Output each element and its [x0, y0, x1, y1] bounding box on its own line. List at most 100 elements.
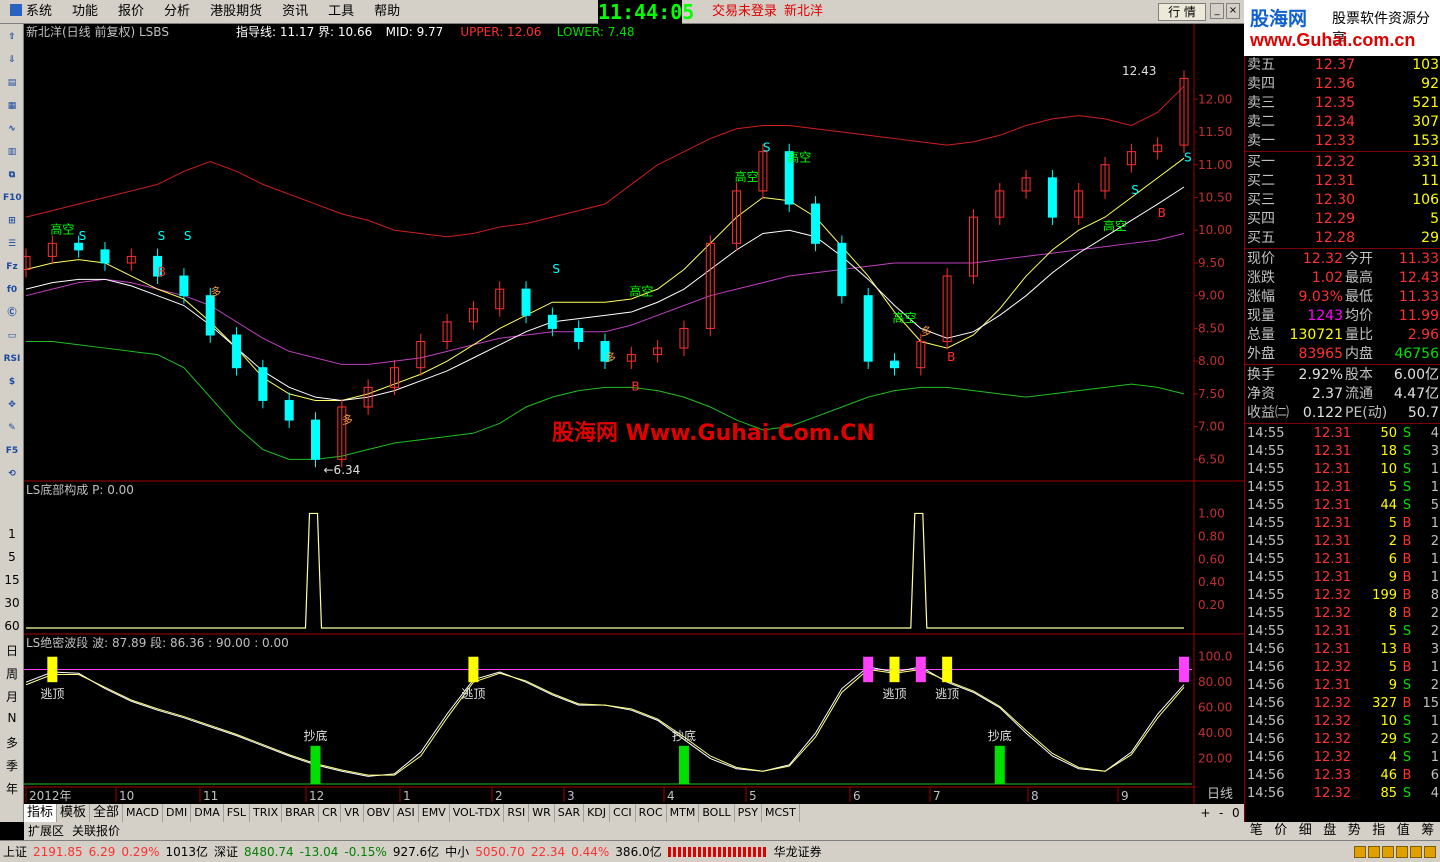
annotation-sell: S [552, 262, 560, 276]
toolbar-button-14[interactable]: RSI [3, 350, 21, 368]
period-4[interactable]: 60 [0, 619, 24, 633]
toolbar-button-2[interactable]: ▤ [3, 74, 21, 92]
period-10[interactable]: 季 [0, 757, 24, 774]
menu-news[interactable]: 资讯 [272, 0, 318, 24]
quote-tab-6[interactable]: 值 [1397, 822, 1410, 840]
period-11[interactable]: 年 [0, 780, 24, 797]
ask-row[interactable]: 卖二 12.34 307 [1245, 113, 1440, 131]
menu-quote[interactable]: 报价 [108, 0, 154, 24]
toolbar-button-0[interactable]: ⇧ [3, 28, 21, 46]
chart-area[interactable]: 新北洋(日线 前复权) LSBS 指导线: 11.17 界: 10.66 MID: 9… [21, 24, 1244, 804]
tab-extension-area[interactable]: 扩展区 [24, 822, 68, 840]
indicator-tab-19[interactable]: CCI [610, 804, 636, 822]
indicator-tab-2[interactable]: 全部 [90, 804, 124, 822]
zoom-button-0[interactable]: + [1200, 804, 1210, 822]
toolbar-button-11[interactable]: f0 [3, 281, 21, 299]
indicator-tab-13[interactable]: EMV [419, 804, 450, 822]
bid-row[interactable]: 买二 12.31 11 [1245, 172, 1440, 190]
period-3[interactable]: 30 [0, 596, 24, 610]
quote-button[interactable]: 行 情 [1158, 3, 1206, 21]
toolbar-button-6[interactable]: ⧉ [3, 166, 21, 184]
indicator-tab-24[interactable]: MCST [762, 804, 800, 822]
indicator-tab-16[interactable]: WR [529, 804, 555, 822]
quote-tab-5[interactable]: 指 [1372, 822, 1385, 840]
toolbar-button-8[interactable]: ⊞ [3, 212, 21, 230]
toolbar-button-16[interactable]: ✥ [3, 396, 21, 414]
period-8[interactable]: N [0, 711, 24, 725]
quote-tab-7[interactable]: 筹 [1421, 822, 1434, 840]
indicator-tab-22[interactable]: BOLL [699, 804, 735, 822]
indicator-tab-9[interactable]: CR [319, 804, 342, 822]
indicator-tab-7[interactable]: TRIX [250, 804, 283, 822]
indicator-tab-21[interactable]: MTM [667, 804, 700, 822]
indicator-tab-1[interactable]: 模板 [57, 804, 91, 822]
indicator-tab-8[interactable]: BRAR [282, 804, 320, 822]
ask-row[interactable]: 卖四 12.36 92 [1245, 75, 1440, 93]
menu-hk-futures[interactable]: 港股期货 [200, 0, 272, 24]
menu-tools[interactable]: 工具 [318, 0, 364, 24]
tab-related-quotes[interactable]: 关联报价 [68, 822, 124, 840]
quote-tab-0[interactable]: 笔 [1250, 822, 1263, 840]
quote-tab-3[interactable]: 盘 [1323, 822, 1336, 840]
period-9[interactable]: 多 [0, 734, 24, 751]
indicator-tab-12[interactable]: ASI [394, 804, 419, 822]
indicator-tab-5[interactable]: DMA [191, 804, 224, 822]
toolbar-button-15[interactable]: $ [3, 373, 21, 391]
tick-count: 1 [1430, 714, 1439, 729]
toolbar-button-5[interactable]: ▥ [3, 143, 21, 161]
menu-analysis[interactable]: 分析 [154, 0, 200, 24]
period-6[interactable]: 周 [0, 665, 24, 682]
indicator-tab-20[interactable]: ROC [636, 804, 667, 822]
toolbar-button-18[interactable]: F5 [3, 442, 21, 460]
period-0[interactable]: 1 [0, 527, 24, 541]
toolbar-button-7[interactable]: F10 [3, 189, 22, 207]
menu-function[interactable]: 功能 [62, 0, 108, 24]
toolbar-button-1[interactable]: ⇩ [3, 51, 21, 69]
indicator-tab-23[interactable]: PSY [735, 804, 762, 822]
indicator-tab-4[interactable]: DMI [163, 804, 192, 822]
bid-row[interactable]: 买一 12.32 331 [1245, 153, 1440, 171]
indicator-tab-11[interactable]: OBV [364, 804, 394, 822]
toolbar-button-9[interactable]: ☰ [3, 235, 21, 253]
indicator-tab-10[interactable]: VR [341, 804, 364, 822]
menu-help[interactable]: 帮助 [364, 0, 410, 24]
zoom-button-1[interactable]: - [1219, 804, 1223, 822]
period-indicator[interactable]: 日线 [1196, 786, 1244, 804]
trade-status[interactable]: 交易未登录 [712, 0, 777, 24]
menu-system[interactable]: 系统 [0, 0, 62, 24]
period-2[interactable]: 15 [0, 573, 24, 587]
status-icons[interactable] [1350, 841, 1440, 862]
ask-row[interactable]: 卖五 12.37 103 [1245, 56, 1440, 74]
toolbar-button-17[interactable]: ✎ [3, 419, 21, 437]
toolbar-button-4[interactable]: ∿ [3, 120, 21, 138]
period-7[interactable]: 月 [0, 688, 24, 705]
chart-svg[interactable]: 新北洋(日线 前复权) LSBS 指导线: 11.17 界: 10.66 MID: 9… [21, 24, 1244, 804]
toolbar-button-10[interactable]: Fz [3, 258, 21, 276]
ask-row[interactable]: 卖一 12.33 153 [1245, 132, 1440, 150]
indicator-tab-0[interactable]: 指标 [24, 804, 58, 822]
quote-tab-1[interactable]: 价 [1274, 822, 1287, 840]
bid-row[interactable]: 买三 12.30 106 [1245, 191, 1440, 209]
bid-row[interactable]: 买四 12.29 5 [1245, 210, 1440, 228]
toolbar-button-19[interactable]: ⟲ [3, 465, 21, 483]
period-1[interactable]: 5 [0, 550, 24, 564]
indicator-tab-18[interactable]: KDJ [584, 804, 611, 822]
tick-time: 14:55 [1247, 462, 1285, 477]
indicator-tab-3[interactable]: MACD [123, 804, 164, 822]
bid-row[interactable]: 买五 12.28 29 [1245, 229, 1440, 247]
indicator-tab-14[interactable]: VOL-TDX [450, 804, 505, 822]
minimize-icon[interactable]: _ [1210, 3, 1224, 19]
zoom-button-2[interactable]: 0 [1232, 804, 1240, 822]
toolbar-button-3[interactable]: ▦ [3, 97, 21, 115]
toolbar-button-13[interactable]: ▭ [3, 327, 21, 345]
quote-tab-2[interactable]: 细 [1299, 822, 1312, 840]
tick-price: 12.31 [1313, 570, 1351, 585]
close-icon[interactable]: × [1226, 3, 1240, 19]
toolbar-button-12[interactable]: Ⓒ [3, 304, 21, 322]
period-5[interactable]: 日 [0, 642, 24, 659]
ask-row[interactable]: 卖三 12.35 521 [1245, 94, 1440, 112]
quote-tab-4[interactable]: 势 [1348, 822, 1361, 840]
indicator-tab-17[interactable]: SAR [555, 804, 585, 822]
indicator-tab-6[interactable]: FSL [224, 804, 250, 822]
indicator-tab-15[interactable]: RSI [504, 804, 530, 822]
